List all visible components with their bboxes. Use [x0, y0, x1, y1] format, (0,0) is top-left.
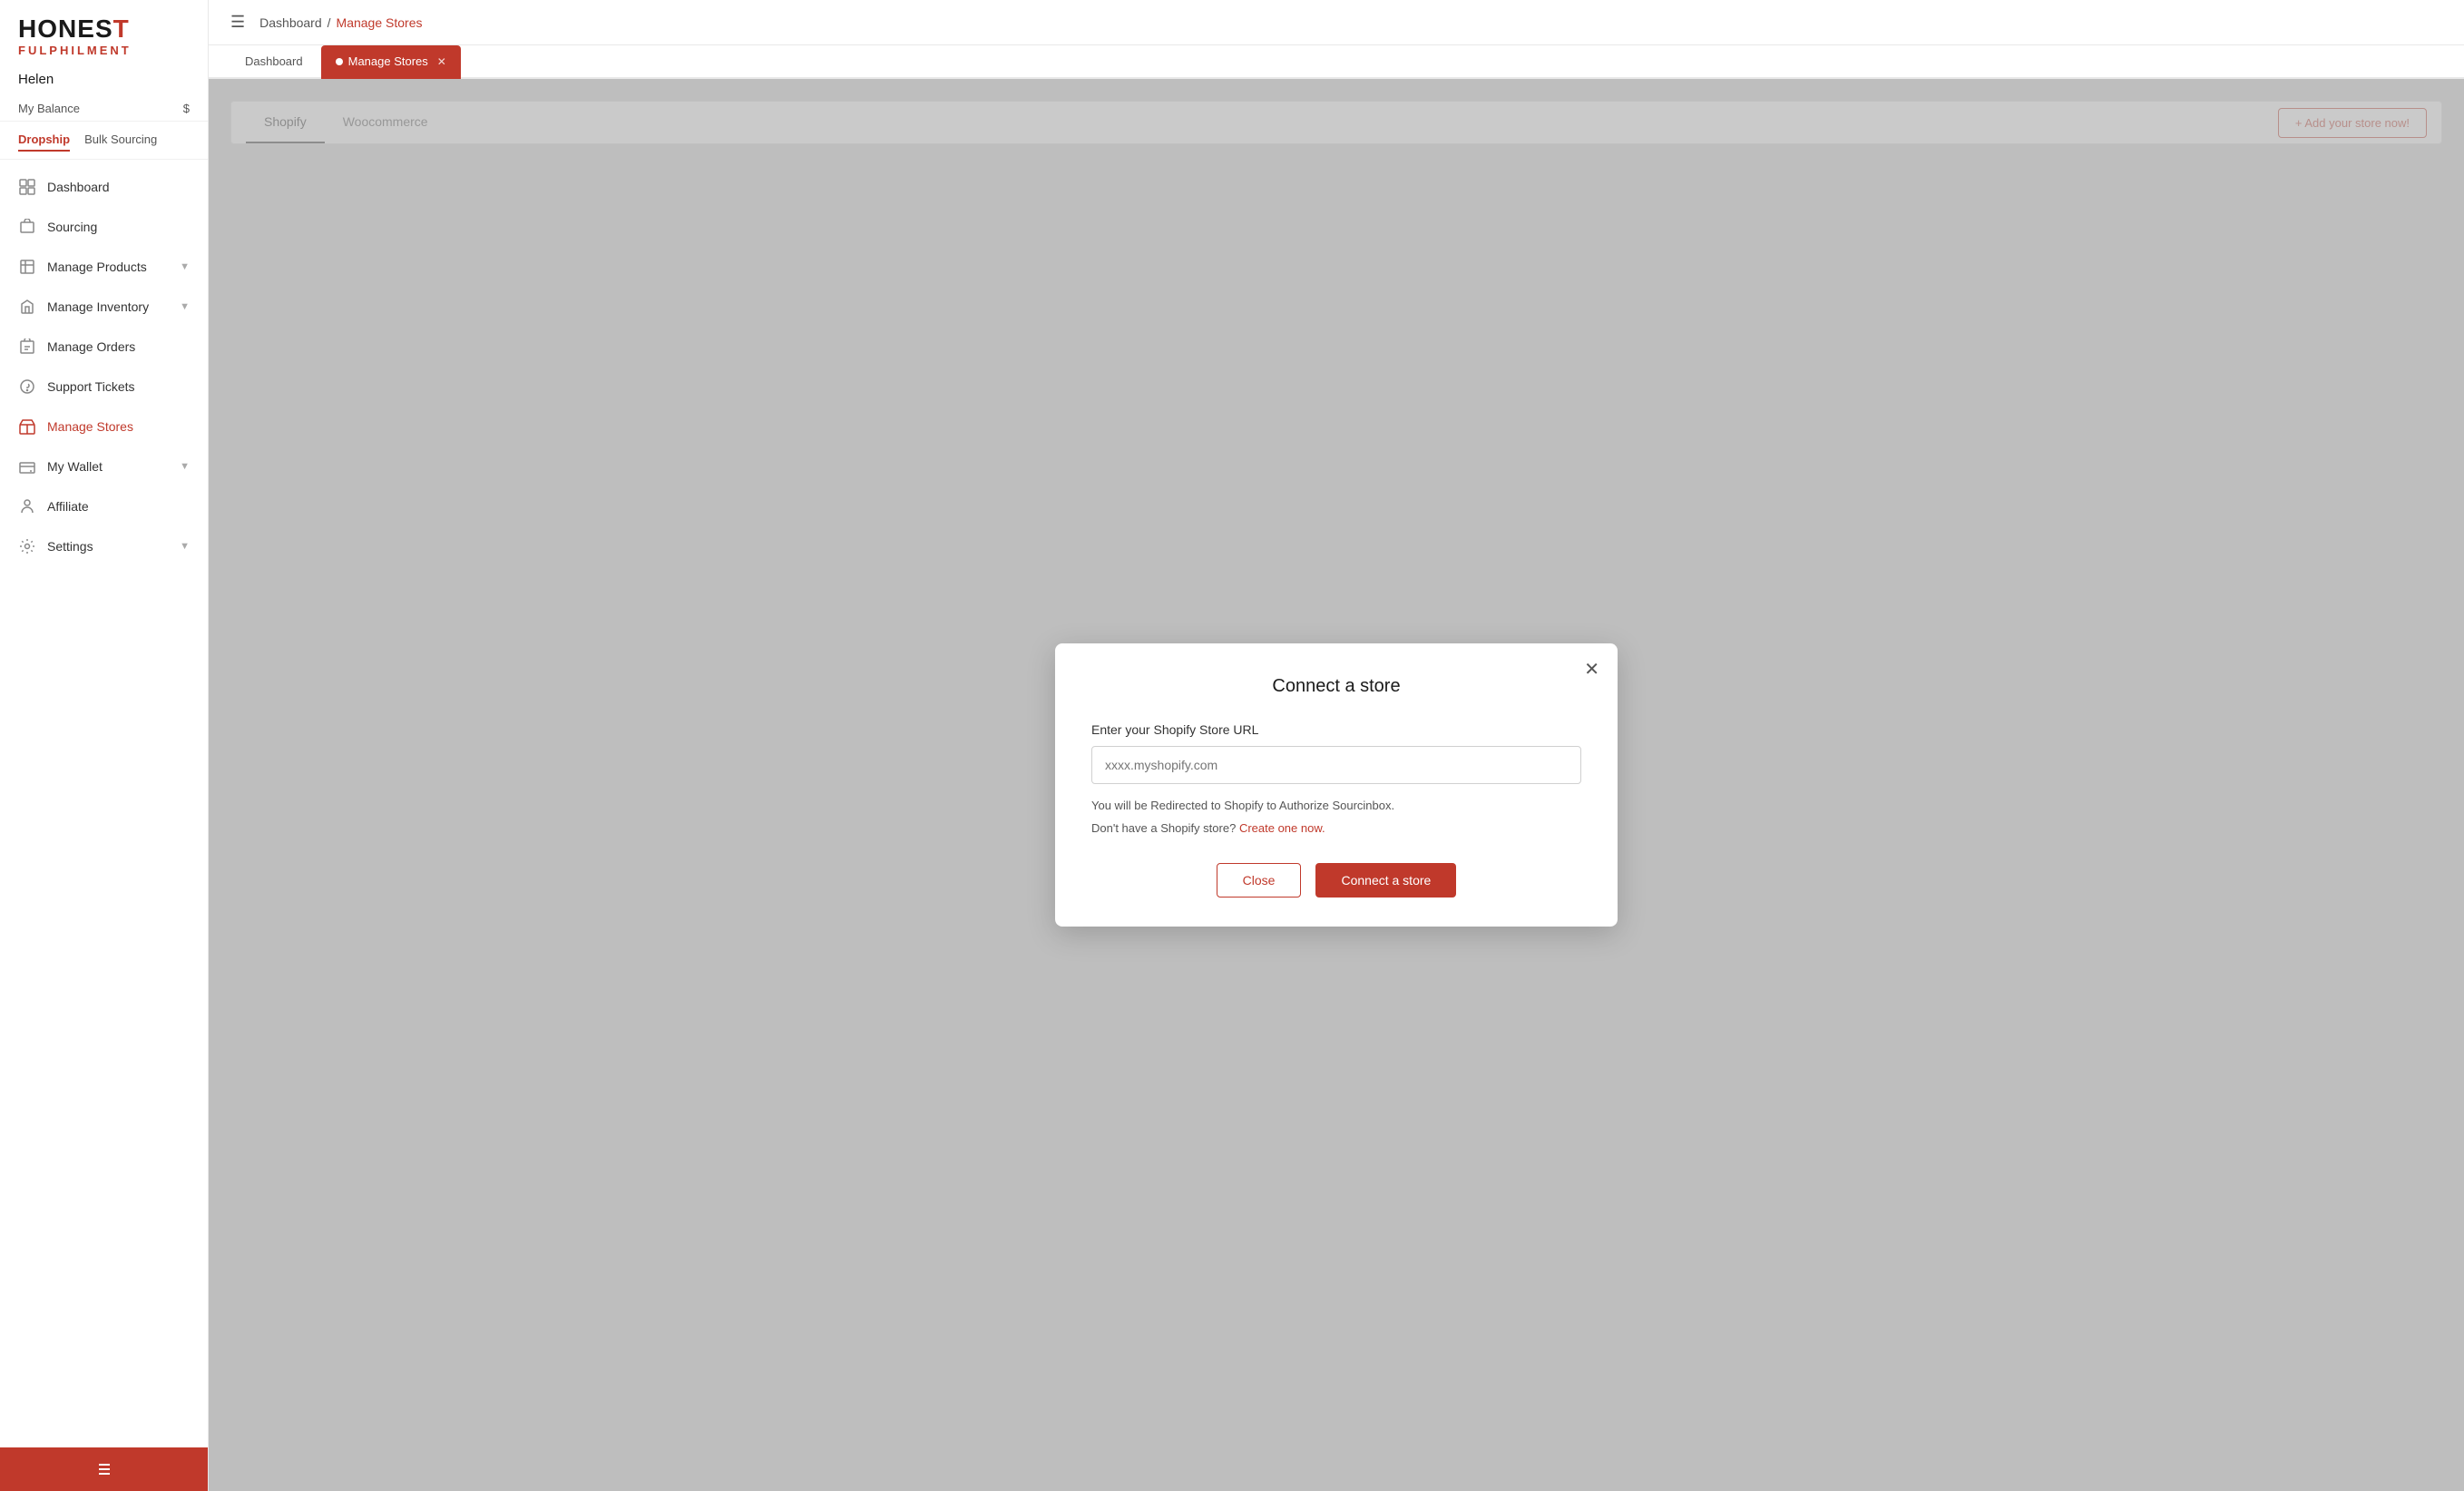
- sidebar-tab-bulk[interactable]: Bulk Sourcing: [84, 132, 157, 152]
- sidebar-item-dashboard[interactable]: Dashboard: [0, 167, 208, 207]
- sidebar-item-my-wallet[interactable]: My Wallet ▼: [0, 446, 208, 486]
- balance-value: $: [183, 102, 190, 115]
- sidebar-item-manage-orders[interactable]: Manage Orders: [0, 327, 208, 367]
- sidebar-item-manage-inventory-label: Manage Inventory: [47, 299, 149, 314]
- breadcrumb-sep: /: [328, 15, 331, 30]
- orders-icon: [18, 338, 36, 356]
- sourcing-icon: [18, 218, 36, 236]
- inventory-icon: [18, 298, 36, 316]
- sidebar-item-manage-products[interactable]: Manage Products ▼: [0, 247, 208, 287]
- dashboard-icon: [18, 178, 36, 196]
- logo-fulphilment: FULPHILMENT: [18, 44, 190, 57]
- tab-manage-stores[interactable]: Manage Stores ✕: [321, 45, 461, 79]
- sidebar-item-manage-inventory[interactable]: Manage Inventory ▼: [0, 287, 208, 327]
- chevron-down-icon-3: ▼: [180, 461, 190, 472]
- logo-honest: HONEST: [18, 16, 190, 42]
- modal-info-line1: You will be Redirected to Shopify to Aut…: [1091, 797, 1581, 816]
- affiliate-icon: [18, 497, 36, 515]
- modal-connect-btn[interactable]: Connect a store: [1315, 863, 1456, 898]
- breadcrumb: Dashboard / Manage Stores: [259, 15, 422, 30]
- sidebar-tab-dropship[interactable]: Dropship: [18, 132, 70, 152]
- modal-url-label: Enter your Shopify Store URL: [1091, 722, 1581, 737]
- sidebar-item-manage-stores-label: Manage Stores: [47, 419, 133, 434]
- tab-manage-stores-label: Manage Stores: [348, 54, 428, 68]
- tab-dashboard[interactable]: Dashboard: [230, 45, 318, 79]
- connect-store-modal: ✕ Connect a store Enter your Shopify Sto…: [1055, 643, 1618, 927]
- sidebar-item-dashboard-label: Dashboard: [47, 180, 110, 194]
- chevron-down-icon-4: ▼: [180, 541, 190, 552]
- sidebar-item-support-tickets[interactable]: Support Tickets: [0, 367, 208, 407]
- modal-info-line2: Don't have a Shopify store? Create one n…: [1091, 819, 1581, 839]
- sidebar-item-sourcing-label: Sourcing: [47, 220, 97, 234]
- sidebar-balance: My Balance $: [0, 96, 208, 122]
- sidebar-tabs: Dropship Bulk Sourcing: [0, 125, 208, 160]
- tab-dot: [336, 58, 343, 65]
- sidebar-user: Helen: [0, 66, 208, 96]
- sidebar-item-manage-orders-label: Manage Orders: [47, 339, 135, 354]
- sidebar-item-sourcing[interactable]: Sourcing: [0, 207, 208, 247]
- sidebar-logo: HONEST FULPHILMENT: [0, 0, 208, 66]
- modal-close-button[interactable]: ✕: [1584, 658, 1599, 681]
- products-icon: [18, 258, 36, 276]
- balance-label: My Balance: [18, 102, 80, 115]
- sidebar-item-settings[interactable]: Settings ▼: [0, 526, 208, 566]
- sidebar-item-manage-stores[interactable]: Manage Stores: [0, 407, 208, 446]
- main-content: ☰ Dashboard / Manage Stores Dashboard Ma…: [209, 0, 2464, 1491]
- modal-overlay: ✕ Connect a store Enter your Shopify Sto…: [209, 79, 2464, 1491]
- chevron-down-icon-2: ▼: [180, 301, 190, 312]
- menu-icon[interactable]: ☰: [230, 13, 245, 32]
- tabs-bar: Dashboard Manage Stores ✕: [209, 45, 2464, 79]
- support-icon: [18, 378, 36, 396]
- tab-close-icon[interactable]: ✕: [437, 55, 446, 68]
- stores-icon: [18, 417, 36, 436]
- modal-close-btn[interactable]: Close: [1217, 863, 1302, 898]
- modal-actions: Close Connect a store: [1091, 863, 1581, 898]
- modal-title: Connect a store: [1091, 676, 1581, 697]
- sidebar-item-settings-label: Settings: [47, 539, 93, 554]
- settings-icon: [18, 537, 36, 555]
- sidebar: HONEST FULPHILMENT Helen My Balance $ Dr…: [0, 0, 209, 1491]
- sidebar-nav: Dashboard Sourcing Manage Products ▼: [0, 167, 208, 1447]
- content-area: Shopify Woocommerce + Add your store now…: [209, 79, 2464, 1491]
- breadcrumb-current: Manage Stores: [337, 15, 423, 30]
- shopify-url-input[interactable]: [1091, 746, 1581, 784]
- breadcrumb-home[interactable]: Dashboard: [259, 15, 322, 30]
- sidebar-collapse-button[interactable]: [0, 1447, 208, 1491]
- create-shopify-link[interactable]: Create one now.: [1239, 821, 1325, 835]
- sidebar-item-affiliate-label: Affiliate: [47, 499, 89, 514]
- topbar: ☰ Dashboard / Manage Stores: [209, 0, 2464, 45]
- chevron-down-icon: ▼: [180, 261, 190, 272]
- wallet-icon: [18, 457, 36, 476]
- sidebar-item-support-label: Support Tickets: [47, 379, 135, 394]
- sidebar-item-affiliate[interactable]: Affiliate: [0, 486, 208, 526]
- sidebar-item-manage-products-label: Manage Products: [47, 260, 147, 274]
- sidebar-item-my-wallet-label: My Wallet: [47, 459, 103, 474]
